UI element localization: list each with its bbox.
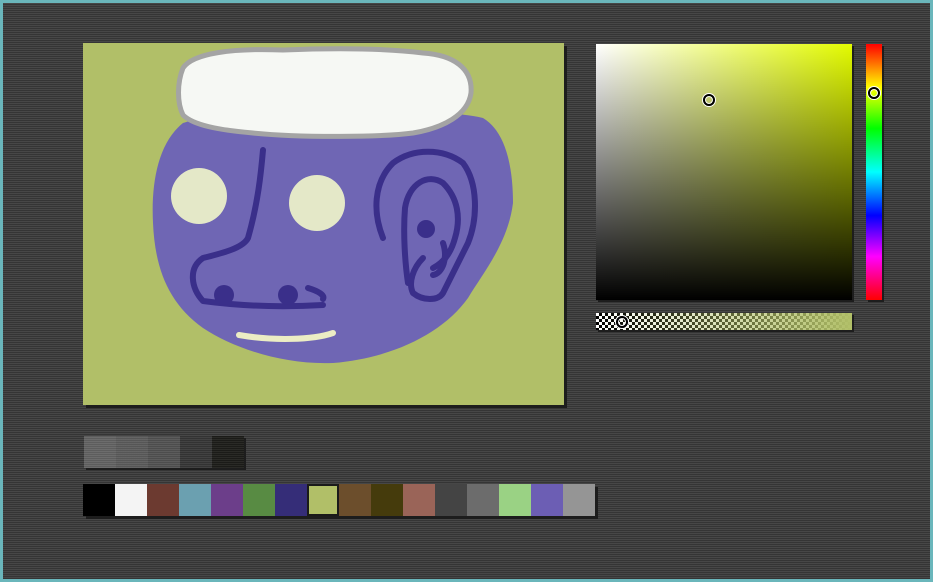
- palette-swatch[interactable]: [179, 484, 211, 516]
- palette-swatch[interactable]: [243, 484, 275, 516]
- palette-swatch[interactable]: [339, 484, 371, 516]
- palette-swatch[interactable]: [531, 484, 563, 516]
- recent-color-swatch[interactable]: [116, 436, 148, 468]
- recent-colors: [84, 436, 244, 468]
- color-palette: [83, 484, 595, 516]
- hue-slider[interactable]: [866, 44, 882, 300]
- recent-color-swatch[interactable]: [212, 436, 244, 468]
- recent-color-swatch[interactable]: [180, 436, 212, 468]
- palette-swatch[interactable]: [435, 484, 467, 516]
- palette-swatch[interactable]: [115, 484, 147, 516]
- saturation-value-picker[interactable]: [596, 44, 852, 300]
- value-gradient: [596, 44, 852, 300]
- palette-swatch[interactable]: [371, 484, 403, 516]
- alpha-slider[interactable]: [596, 313, 852, 330]
- hue-slider-handle[interactable]: [868, 86, 880, 99]
- palette-swatch[interactable]: [499, 484, 531, 516]
- alpha-slider-handle[interactable]: [615, 316, 628, 328]
- palette-swatch[interactable]: [83, 484, 115, 516]
- hat-shape: [176, 46, 474, 139]
- recent-color-swatch[interactable]: [148, 436, 180, 468]
- recent-color-swatch[interactable]: [84, 436, 116, 468]
- right-nostril: [278, 285, 298, 305]
- palette-swatch[interactable]: [563, 484, 595, 516]
- left-nostril: [214, 285, 234, 305]
- alpha-gradient: [596, 313, 852, 330]
- palette-swatch[interactable]: [275, 484, 307, 516]
- palette-swatch[interactable]: [147, 484, 179, 516]
- drawing-surface[interactable]: [83, 43, 564, 405]
- drawing-canvas[interactable]: [83, 43, 564, 405]
- right-eye: [289, 175, 345, 231]
- sv-picker-handle[interactable]: [702, 94, 715, 107]
- palette-swatch[interactable]: [211, 484, 243, 516]
- ear-hole: [417, 220, 435, 238]
- left-eye: [171, 168, 227, 224]
- palette-swatch[interactable]: [467, 484, 499, 516]
- palette-swatch[interactable]: [403, 484, 435, 516]
- palette-swatch[interactable]: [307, 484, 339, 516]
